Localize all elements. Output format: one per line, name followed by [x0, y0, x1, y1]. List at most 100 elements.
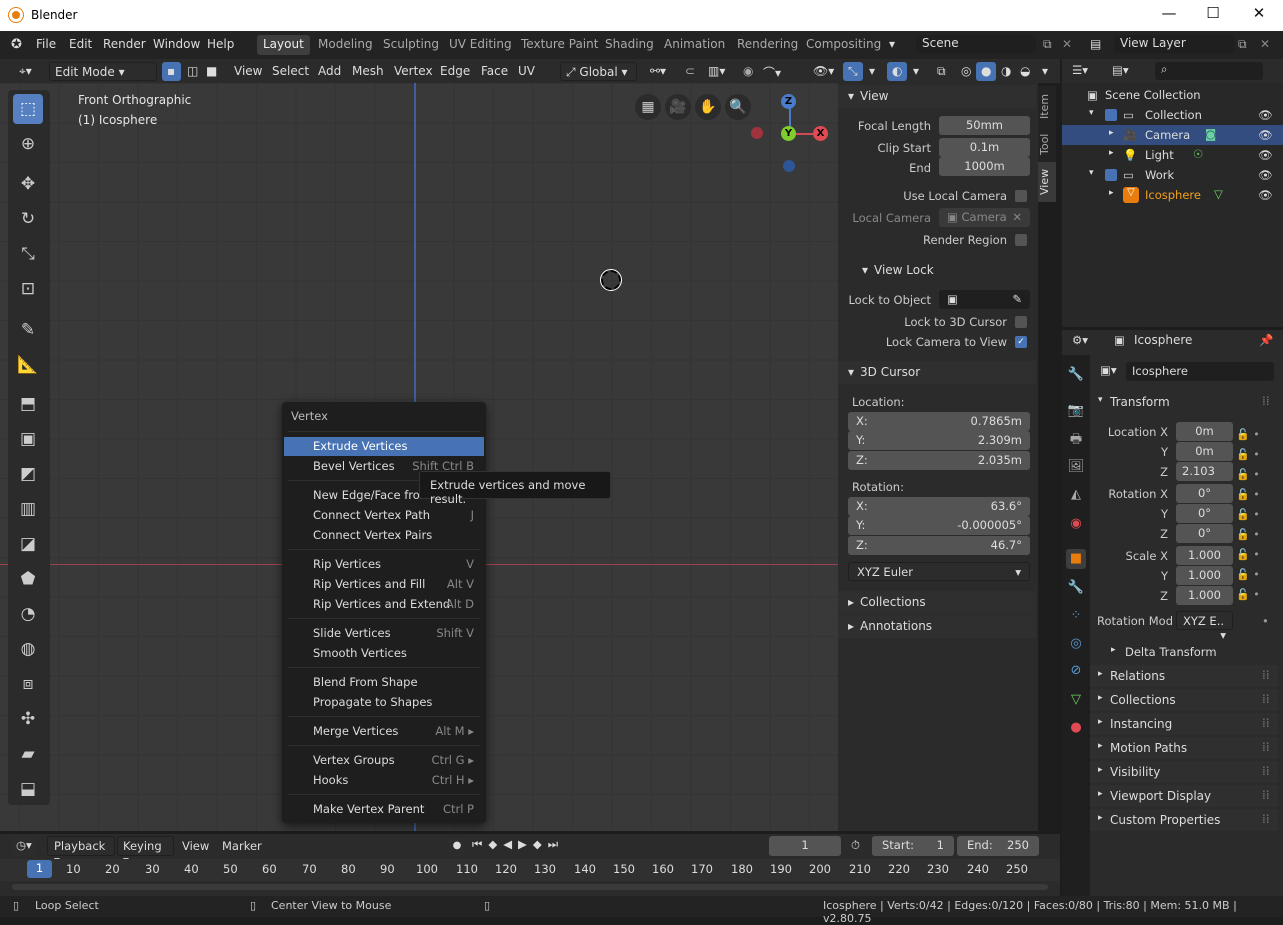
- menu-render[interactable]: Render: [103, 37, 146, 51]
- tab-layout[interactable]: Layout: [257, 35, 310, 55]
- playback-dropdown[interactable]: Playback ▾: [47, 836, 115, 867]
- menu-window[interactable]: Window: [153, 37, 200, 51]
- menu-item-hooks[interactable]: Hooks Ctrl H ▸: [284, 771, 484, 790]
- rotation-x-field[interactable]: 0°: [1176, 484, 1233, 503]
- snap-target-icon[interactable]: ▥▾: [703, 62, 730, 81]
- falloff-icon[interactable]: ⌒▾: [758, 62, 786, 81]
- timeline-ruler[interactable]: 1 10 20 30 40 50 60 70 80 90 100 110 120…: [0, 859, 1060, 881]
- header-menu-view[interactable]: View: [229, 62, 267, 81]
- gizmo-z-icon[interactable]: Z: [781, 94, 796, 109]
- collections-section-header[interactable]: ▸ Collections: [838, 591, 1036, 614]
- pin-icon[interactable]: 📌: [1259, 333, 1273, 347]
- camera-data-icon[interactable]: ◙: [1205, 127, 1216, 141]
- scale-x-field[interactable]: 1.000: [1176, 546, 1233, 565]
- move-tool-icon[interactable]: ✥: [13, 169, 43, 199]
- outliner-search-input[interactable]: ⌕: [1155, 62, 1263, 80]
- menu-item-rip-vertices-fill[interactable]: Rip Vertices and Fill Alt V: [284, 575, 484, 594]
- relations-section-header[interactable]: ▸ Relations ⁞⁞: [1090, 665, 1278, 687]
- end-frame-field[interactable]: End: 250: [957, 836, 1039, 856]
- viewport-display-section-header[interactable]: ▸ Viewport Display ⁞⁞: [1090, 785, 1278, 807]
- menu-item-connect-vertex-pairs[interactable]: Connect Vertex Pairs: [284, 526, 484, 545]
- toggle-view-icon[interactable]: ▦: [635, 94, 661, 120]
- cursor-rotation-z[interactable]: Z: 46.7°: [848, 536, 1030, 555]
- select-box-icon[interactable]: ⬚: [13, 94, 43, 124]
- location-x-field[interactable]: 0m: [1176, 422, 1233, 441]
- edge-select-icon[interactable]: ◫: [182, 62, 201, 81]
- local-camera-field[interactable]: ▣ Camera ✕: [939, 208, 1030, 227]
- close-button[interactable]: ✕: [1247, 4, 1271, 26]
- header-menu-edge[interactable]: Edge: [435, 62, 475, 81]
- cursor-rotation-x[interactable]: X: 63.6°: [848, 497, 1030, 516]
- eye-icon[interactable]: 👁: [1258, 128, 1273, 142]
- eye-icon[interactable]: 👁: [1258, 148, 1273, 162]
- gizmo-neg-z-icon[interactable]: [783, 160, 795, 172]
- cursor-location-z[interactable]: Z: 2.035m: [848, 451, 1030, 470]
- material-properties-icon[interactable]: ●: [1066, 718, 1086, 738]
- rotation-mode-dropdown[interactable]: XYZ E.. ▾: [1176, 611, 1233, 642]
- instancing-section-header[interactable]: ▸ Instancing ⁞⁞: [1090, 713, 1278, 735]
- bevel-tool-icon[interactable]: ◩: [13, 459, 43, 489]
- gizmo-neg-x-icon[interactable]: [751, 127, 763, 139]
- shear-tool-icon[interactable]: ▰: [13, 739, 43, 769]
- shading-solid-icon[interactable]: ●: [976, 62, 997, 81]
- header-menu-mesh[interactable]: Mesh: [347, 62, 389, 81]
- record-icon[interactable]: ●: [448, 837, 466, 855]
- rotate-tool-icon[interactable]: ↻: [13, 204, 43, 234]
- delta-transform-header[interactable]: ▸ Delta Transform: [1090, 641, 1278, 663]
- outliner-row-camera[interactable]: ▸ 🎥 Camera ◙ 👁: [1062, 125, 1283, 145]
- mesh-data-icon[interactable]: ▽: [1214, 187, 1223, 201]
- header-menu-select[interactable]: Select: [267, 62, 314, 81]
- header-menu-uv[interactable]: UV: [513, 62, 540, 81]
- scene-selector-icon[interactable]: ▾: [889, 37, 895, 51]
- sidebar-tab-tool[interactable]: Tool: [1038, 126, 1056, 162]
- object-properties-icon[interactable]: ■: [1066, 549, 1086, 569]
- rip-tool-icon[interactable]: ⬓: [13, 774, 43, 804]
- tab-rendering[interactable]: Rendering: [731, 35, 804, 55]
- lock-camera-checkbox[interactable]: ✓: [1015, 336, 1027, 348]
- constraints-properties-icon[interactable]: ⊘: [1066, 661, 1086, 681]
- tool-properties-icon[interactable]: 🔧: [1066, 365, 1086, 385]
- particles-properties-icon[interactable]: ⁘: [1066, 606, 1086, 626]
- remove-view-layer-icon[interactable]: ✕: [1260, 37, 1270, 51]
- new-view-layer-icon[interactable]: ⧉: [1238, 37, 1247, 52]
- shrink-fatten-tool-icon[interactable]: ✣: [13, 704, 43, 734]
- keying-dropdown[interactable]: Keying ▾: [117, 836, 174, 867]
- view-layer-properties-icon[interactable]: 🖼: [1066, 457, 1086, 477]
- menu-item-propagate-to-shapes[interactable]: Propagate to Shapes: [284, 693, 484, 712]
- view-lock-header[interactable]: ▾ View Lock: [838, 259, 1036, 282]
- tab-texture-paint[interactable]: Texture Paint: [515, 35, 604, 55]
- measure-tool-icon[interactable]: 📐: [13, 350, 43, 380]
- outliner-row-light[interactable]: ▸ 💡 Light ☉ 👁: [1062, 145, 1283, 165]
- shading-menu-icon[interactable]: ▾: [1037, 62, 1053, 81]
- world-properties-icon[interactable]: ◉: [1066, 514, 1086, 534]
- smooth-tool-icon[interactable]: ◍: [13, 634, 43, 664]
- current-frame-field[interactable]: 1: [769, 836, 841, 856]
- modifier-properties-icon[interactable]: 🔧: [1066, 578, 1086, 598]
- cursor-rotation-y[interactable]: Y: -0.000005°: [848, 516, 1030, 535]
- pan-view-icon[interactable]: ✋: [695, 94, 721, 120]
- shading-rendered-icon[interactable]: ◒: [1015, 62, 1035, 81]
- tab-uv-editing[interactable]: UV Editing: [443, 35, 518, 55]
- render-properties-icon[interactable]: 📷: [1066, 401, 1086, 421]
- render-region-checkbox[interactable]: [1015, 234, 1027, 246]
- transform-lock-icons[interactable]: 🔓 • 🔓 • 🔓 • 🔓 • 🔓 • 🔓 • 🔓 • 🔓 • 🔓 •: [1236, 425, 1260, 605]
- editor-type-icon[interactable]: ⌖▾: [14, 62, 37, 81]
- inset-tool-icon[interactable]: ▣: [13, 424, 43, 454]
- visibility-section-header[interactable]: ▸ Visibility ⁞⁞: [1090, 761, 1278, 783]
- menu-item-merge-vertices[interactable]: Merge Vertices Alt M ▸: [284, 722, 484, 741]
- menu-item-smooth-vertices[interactable]: Smooth Vertices: [284, 644, 484, 663]
- shading-wireframe-icon[interactable]: ◎: [956, 62, 976, 81]
- outliner-editor-icon[interactable]: ☰▾: [1072, 63, 1088, 77]
- menu-item-make-vertex-parent[interactable]: Make Vertex Parent Ctrl P: [284, 800, 484, 819]
- blender-menu-icon[interactable]: ✪: [11, 37, 22, 52]
- proportional-edit-icon[interactable]: ◉: [738, 62, 758, 81]
- shading-material-icon[interactable]: ◑: [996, 62, 1016, 81]
- menu-help[interactable]: Help: [207, 37, 234, 51]
- output-properties-icon[interactable]: 🖶: [1066, 430, 1086, 450]
- start-frame-field[interactable]: Start: 1: [872, 836, 954, 856]
- timeline-menu-marker[interactable]: Marker: [222, 839, 262, 853]
- mode-dropdown[interactable]: Edit Mode ▾: [49, 62, 157, 81]
- rotation-y-field[interactable]: 0°: [1176, 504, 1233, 523]
- scale-z-field[interactable]: 1.000: [1176, 586, 1233, 605]
- timeline-playhead[interactable]: 1: [27, 860, 52, 878]
